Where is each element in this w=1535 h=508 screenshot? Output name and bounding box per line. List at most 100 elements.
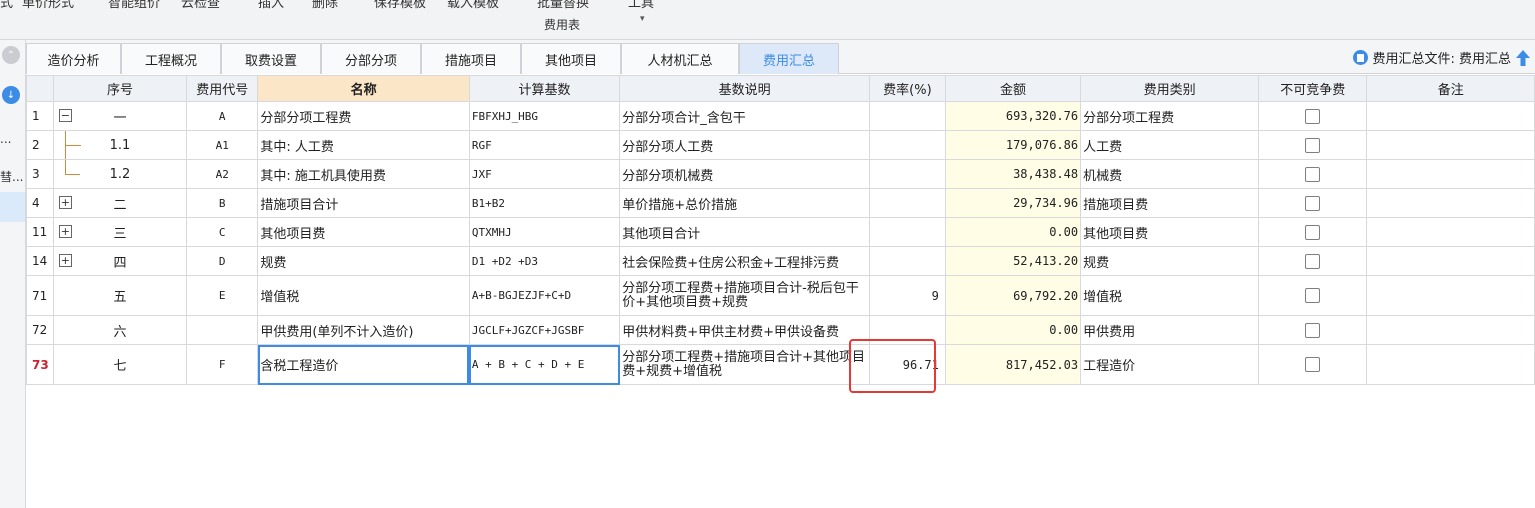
rate-cell[interactable] bbox=[868, 217, 946, 247]
category-cell[interactable]: 措施项目费 bbox=[1080, 188, 1260, 218]
seq-cell[interactable]: 六 bbox=[52, 315, 188, 345]
expand-toggle-icon[interactable]: + bbox=[58, 254, 72, 267]
base-cell[interactable]: JGCLF+JGZCF+JGSBF bbox=[468, 315, 621, 345]
header-base[interactable]: 计算基数 bbox=[468, 75, 621, 102]
rate-cell[interactable] bbox=[868, 101, 946, 131]
rate-cell[interactable]: 96.71 bbox=[868, 344, 946, 385]
remark-cell[interactable] bbox=[1366, 130, 1535, 160]
noncompetitive-cell[interactable] bbox=[1258, 344, 1368, 385]
noncompetitive-cell[interactable] bbox=[1258, 188, 1368, 218]
toolbar-item-smart-pricing[interactable]: 智能组价 bbox=[108, 0, 160, 11]
header-amount[interactable]: 金额 bbox=[944, 75, 1082, 102]
table-row[interactable]: 3 1.2 A2 其中: 施工机具使用费 JXF 分部分项机械费 38,438.… bbox=[26, 159, 1535, 189]
header-desc[interactable]: 基数说明 bbox=[619, 75, 870, 102]
base-cell[interactable]: B1+B2 bbox=[468, 188, 621, 218]
noncompetitive-checkbox[interactable] bbox=[1305, 166, 1321, 182]
code-cell[interactable]: B bbox=[186, 188, 259, 218]
rate-cell[interactable] bbox=[868, 188, 946, 218]
noncompetitive-cell[interactable] bbox=[1258, 246, 1368, 276]
noncompetitive-checkbox[interactable] bbox=[1305, 288, 1321, 303]
toolbar-item-save-template[interactable]: 保存模板 bbox=[374, 0, 426, 11]
desc-cell[interactable]: 分部分项机械费 bbox=[619, 159, 870, 189]
remark-cell[interactable] bbox=[1366, 315, 1535, 345]
seq-cell[interactable]: − 一 bbox=[52, 101, 188, 131]
base-cell[interactable]: A + B + C + D + E bbox=[468, 344, 621, 385]
toolbar-item-unit-price[interactable]: 单价形式 bbox=[22, 0, 74, 11]
toolbar-item-cloud-check[interactable]: 云检查 bbox=[181, 0, 220, 11]
code-cell[interactable]: A1 bbox=[186, 130, 259, 160]
toolbar-item-delete[interactable]: 删除 bbox=[312, 0, 338, 11]
desc-cell[interactable]: 甲供材料费+甲供主材费+甲供设备费 bbox=[619, 315, 870, 345]
tab-fee-summary[interactable]: 费用汇总 bbox=[739, 43, 839, 74]
name-cell[interactable]: 其他项目费 bbox=[257, 217, 470, 247]
seq-cell[interactable]: + 二 bbox=[52, 188, 188, 218]
toolbar-item-load-template[interactable]: 载入模板 bbox=[447, 0, 499, 11]
base-cell[interactable]: A+B-BGJEZJF+C+D bbox=[468, 275, 621, 316]
noncompetitive-checkbox[interactable] bbox=[1305, 357, 1321, 372]
table-row[interactable]: 71 五 E 增值税 A+B-BGJEZJF+C+D 分部分项工程费+措施项目合… bbox=[26, 275, 1535, 316]
remark-cell[interactable] bbox=[1366, 246, 1535, 276]
code-cell[interactable]: F bbox=[186, 344, 259, 385]
seq-cell[interactable]: + 四 bbox=[52, 246, 188, 276]
noncompetitive-cell[interactable] bbox=[1258, 315, 1368, 345]
noncompetitive-checkbox[interactable] bbox=[1305, 108, 1321, 124]
rate-cell[interactable] bbox=[868, 130, 946, 160]
noncompetitive-cell[interactable] bbox=[1258, 159, 1368, 189]
tab-materials-summary[interactable]: 人材机汇总 bbox=[621, 43, 739, 74]
noncompetitive-cell[interactable] bbox=[1258, 130, 1368, 160]
name-cell[interactable]: 其中: 施工机具使用费 bbox=[257, 159, 470, 189]
table-row[interactable]: 2 1.1 A1 其中: 人工费 RGF 分部分项人工费 179,076.86 … bbox=[26, 130, 1535, 160]
name-cell[interactable]: 分部分项工程费 bbox=[257, 101, 470, 131]
left-item-2[interactable]: 彗... bbox=[0, 168, 23, 185]
remark-cell[interactable] bbox=[1366, 159, 1535, 189]
header-remark[interactable]: 备注 bbox=[1366, 75, 1535, 102]
noncompetitive-cell[interactable] bbox=[1258, 275, 1368, 316]
table-row[interactable]: 11 + 三 C 其他项目费 QTXMHJ 其他项目合计 0.00 其他项目费 bbox=[26, 217, 1535, 247]
rate-cell[interactable]: 9 bbox=[868, 275, 946, 316]
code-cell[interactable]: A bbox=[186, 101, 259, 131]
noncompetitive-checkbox[interactable] bbox=[1305, 224, 1321, 240]
category-cell[interactable]: 分部分项工程费 bbox=[1080, 101, 1260, 131]
header-code[interactable]: 费用代号 bbox=[186, 75, 259, 102]
remark-cell[interactable] bbox=[1366, 275, 1535, 316]
table-row[interactable]: 1 − 一 A 分部分项工程费 FBFXHJ_HBG 分部分项合计_含包干 693… bbox=[26, 101, 1535, 131]
table-row[interactable]: 72 六 甲供费用(单列不计入造价) JGCLF+JGZCF+JGSBF 甲供材… bbox=[26, 315, 1535, 345]
noncompetitive-cell[interactable] bbox=[1258, 101, 1368, 131]
collapse-icon[interactable]: ⌃ bbox=[2, 46, 20, 64]
base-cell[interactable]: RGF bbox=[468, 130, 621, 160]
noncompetitive-cell[interactable] bbox=[1258, 217, 1368, 247]
base-cell[interactable]: FBFXHJ_HBG bbox=[468, 101, 621, 131]
arrow-up-icon[interactable] bbox=[1515, 49, 1531, 67]
base-cell[interactable]: JXF bbox=[468, 159, 621, 189]
tab-project-overview[interactable]: 工程概况 bbox=[121, 43, 221, 74]
base-cell[interactable]: QTXMHJ bbox=[468, 217, 621, 247]
seq-cell[interactable]: 1.2 bbox=[52, 159, 188, 189]
desc-cell[interactable]: 其他项目合计 bbox=[619, 217, 870, 247]
base-cell[interactable]: D1 +D2 +D3 bbox=[468, 246, 621, 276]
desc-cell[interactable]: 分部分项人工费 bbox=[619, 130, 870, 160]
noncompetitive-checkbox[interactable] bbox=[1305, 137, 1321, 153]
table-row[interactable]: 4 + 二 B 措施项目合计 B1+B2 单价措施+总价措施 29,734.96 … bbox=[26, 188, 1535, 218]
remark-cell[interactable] bbox=[1366, 188, 1535, 218]
toolbar-item-tools[interactable]: 工具 bbox=[628, 0, 654, 11]
desc-cell[interactable]: 分部分项工程费+措施项目合计+其他项目费+规费+增值税 bbox=[619, 344, 870, 385]
code-cell[interactable]: A2 bbox=[186, 159, 259, 189]
seq-cell[interactable]: 1.1 bbox=[52, 130, 188, 160]
collapse-toggle-icon[interactable]: − bbox=[58, 109, 72, 122]
code-cell[interactable] bbox=[186, 315, 259, 345]
toolbar-item-mode[interactable]: 式 bbox=[0, 0, 13, 11]
category-cell[interactable]: 甲供费用 bbox=[1080, 315, 1260, 345]
toolbar-item-batch-replace[interactable]: 批量替换 bbox=[537, 0, 589, 11]
name-cell[interactable]: 增值税 bbox=[257, 275, 470, 316]
expand-toggle-icon[interactable]: + bbox=[58, 196, 72, 209]
seq-cell[interactable]: 五 bbox=[52, 275, 188, 316]
left-item-1[interactable]: ... bbox=[0, 132, 11, 146]
noncompetitive-checkbox[interactable] bbox=[1305, 253, 1321, 269]
chevron-down-icon[interactable]: ▾ bbox=[640, 14, 645, 24]
tab-measures[interactable]: 措施项目 bbox=[421, 43, 521, 74]
left-item-selected[interactable] bbox=[0, 192, 25, 222]
noncompetitive-checkbox[interactable] bbox=[1305, 322, 1321, 338]
code-cell[interactable]: C bbox=[186, 217, 259, 247]
rate-cell[interactable] bbox=[868, 159, 946, 189]
table-row[interactable]: 14 + 四 D 规费 D1 +D2 +D3 社会保险费+住房公积金+工程排污费 … bbox=[26, 246, 1535, 276]
